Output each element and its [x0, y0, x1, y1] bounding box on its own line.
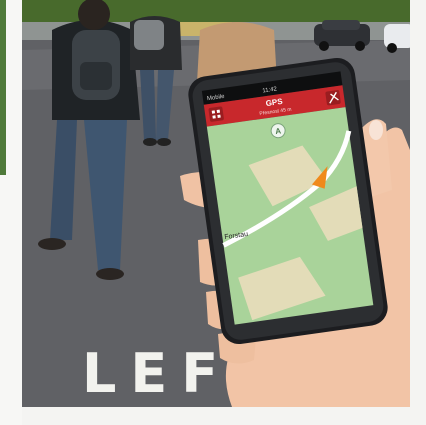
road-marking: LEF — [82, 342, 232, 405]
menu-grid-icon[interactable] — [208, 106, 224, 122]
photo-frame: LEF Mobile 11:42 GPS Přesnost 45 m Forst… — [0, 0, 426, 425]
photo: LEF Mobile 11:42 GPS Přesnost 45 m Forst… — [22, 0, 410, 407]
foliage-edge — [0, 0, 6, 175]
left-border — [0, 0, 22, 425]
